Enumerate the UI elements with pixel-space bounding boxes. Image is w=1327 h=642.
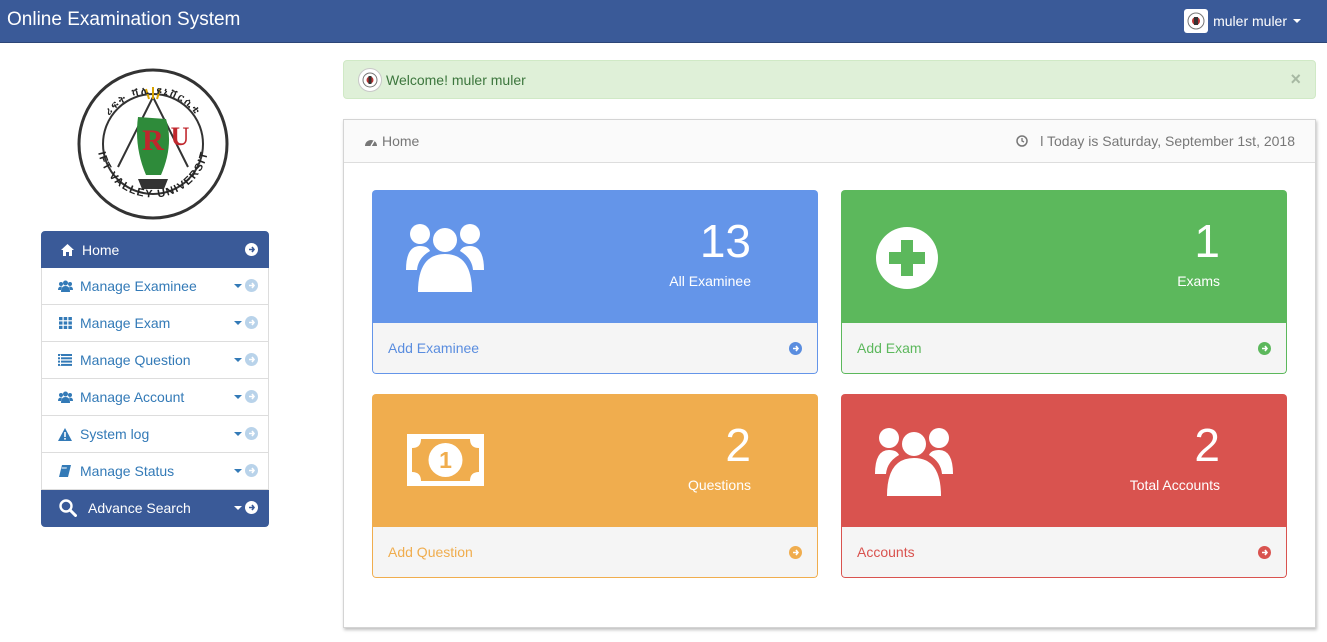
arrow-circle-right-icon xyxy=(245,427,258,440)
money-icon: 1 xyxy=(407,434,484,491)
arrow-circle-right-icon xyxy=(245,243,258,256)
add-exam-link[interactable]: Add Exam xyxy=(841,323,1287,374)
welcome-alert: Welcome! muler muler × xyxy=(343,60,1316,99)
chevron-down-icon xyxy=(234,394,242,399)
arrow-circle-right-icon xyxy=(245,501,258,514)
arrow-circle-right-icon xyxy=(245,353,258,366)
examinee-label: All Examinee xyxy=(669,273,751,289)
dashboard-panel: Home l Today is Saturday, September 1st,… xyxy=(343,119,1316,628)
chevron-down-icon xyxy=(234,505,242,510)
breadcrumb: Home xyxy=(364,133,419,149)
add-question-label: Add Question xyxy=(388,544,473,560)
top-navbar: Online Examination System muler muler xyxy=(0,0,1327,43)
accounts-link-label: Accounts xyxy=(857,544,915,560)
sidebar-item-home[interactable]: Home xyxy=(41,231,269,268)
welcome-message: Welcome! muler muler xyxy=(386,71,526,88)
user-avatar xyxy=(358,67,382,92)
users-icon xyxy=(875,424,953,501)
chevron-down-icon xyxy=(234,468,242,473)
exams-label: Exams xyxy=(1177,273,1220,289)
chevron-down-icon xyxy=(234,431,242,436)
questions-card: 1 2 Questions Add Question xyxy=(372,394,818,578)
arrow-circle-right-icon xyxy=(245,390,258,403)
sidebar-item-label: Home xyxy=(82,241,120,258)
examinee-count: 13 xyxy=(699,215,751,267)
user-avatar xyxy=(1184,9,1209,33)
users-icon xyxy=(406,220,484,297)
accounts-link[interactable]: Accounts xyxy=(841,527,1287,578)
add-question-link[interactable]: Add Question xyxy=(372,527,818,578)
chevron-down-icon xyxy=(234,283,242,288)
accounts-card: 2 Total Accounts Accounts xyxy=(841,394,1287,578)
sidebar-item-label: Manage Status xyxy=(80,463,175,479)
sidebar-item-manage-status[interactable]: Manage Status xyxy=(41,453,269,490)
sidebar-item-system-log[interactable]: System log xyxy=(41,416,269,453)
arrow-circle-right-icon xyxy=(245,464,258,477)
university-logo: R U RIFT VALLEY UNIVERSITY ሪፍት ቫሊ ዩኒቨርሲቲ xyxy=(71,58,231,222)
questions-label: Questions xyxy=(687,477,751,493)
add-examinee-link[interactable]: Add Examinee xyxy=(372,323,818,374)
list-icon xyxy=(57,352,73,368)
exams-count: 1 xyxy=(1194,215,1220,267)
date-display: l Today is Saturday, September 1st, 2018 xyxy=(1016,133,1295,149)
sidebar-item-manage-question[interactable]: Manage Question xyxy=(41,342,269,379)
svg-text:U: U xyxy=(171,122,190,151)
search-icon xyxy=(58,499,78,517)
sidebar-item-label: Manage Examinee xyxy=(80,278,197,294)
arrow-circle-right-icon xyxy=(245,316,258,329)
users-icon xyxy=(57,278,73,294)
clock-icon xyxy=(1016,135,1028,147)
chevron-down-icon xyxy=(234,320,242,325)
exams-card: 1 Exams Add Exam xyxy=(841,190,1287,374)
sidebar-item-label: Manage Exam xyxy=(80,315,171,331)
arrow-circle-right-icon xyxy=(1258,546,1271,559)
dashboard-icon xyxy=(364,136,378,147)
warning-icon xyxy=(57,426,73,442)
sidebar-item-label: Manage Question xyxy=(80,352,191,368)
accounts-label: Total Accounts xyxy=(1129,477,1220,493)
add-examinee-label: Add Examinee xyxy=(388,340,480,356)
svg-text:R: R xyxy=(142,124,164,157)
grid-icon xyxy=(57,315,73,331)
sidebar-item-advance-search[interactable]: Advance Search xyxy=(41,490,269,527)
today-date: l Today is Saturday, September 1st, 2018 xyxy=(1040,133,1295,149)
arrow-circle-right-icon xyxy=(1258,342,1271,355)
arrow-circle-right-icon xyxy=(789,342,802,355)
add-exam-label: Add Exam xyxy=(857,340,922,356)
examinee-card: 13 All Examinee Add Examinee xyxy=(372,190,818,374)
plus-circle-icon xyxy=(876,227,938,294)
sidebar-item-label: Manage Account xyxy=(80,389,185,405)
chevron-down-icon xyxy=(234,357,242,362)
book-icon xyxy=(57,463,73,479)
user-menu[interactable]: muler muler xyxy=(1184,9,1301,33)
sidebar-menu: Home Manage Examinee Manage Exam Manage … xyxy=(41,231,269,527)
accounts-count: 2 xyxy=(1194,419,1220,471)
sidebar-item-manage-account[interactable]: Manage Account xyxy=(41,379,269,416)
questions-count: 2 xyxy=(725,419,751,471)
sidebar-item-label: Advance Search xyxy=(88,500,191,516)
sidebar-item-label: System log xyxy=(80,426,150,442)
user-name: muler muler xyxy=(1213,13,1287,29)
arrow-circle-right-icon xyxy=(245,279,258,292)
svg-text:1: 1 xyxy=(439,447,452,473)
sidebar-item-manage-examinee[interactable]: Manage Examinee xyxy=(41,268,269,305)
app-title[interactable]: Online Examination System xyxy=(7,9,240,31)
users-icon xyxy=(57,389,73,405)
panel-header: Home l Today is Saturday, September 1st,… xyxy=(344,120,1315,163)
sidebar-item-manage-exam[interactable]: Manage Exam xyxy=(41,305,269,342)
arrow-circle-right-icon xyxy=(789,546,802,559)
chevron-down-icon xyxy=(1293,19,1301,23)
breadcrumb-home[interactable]: Home xyxy=(382,133,419,149)
home-icon xyxy=(59,242,75,258)
close-icon[interactable]: × xyxy=(1290,69,1301,90)
